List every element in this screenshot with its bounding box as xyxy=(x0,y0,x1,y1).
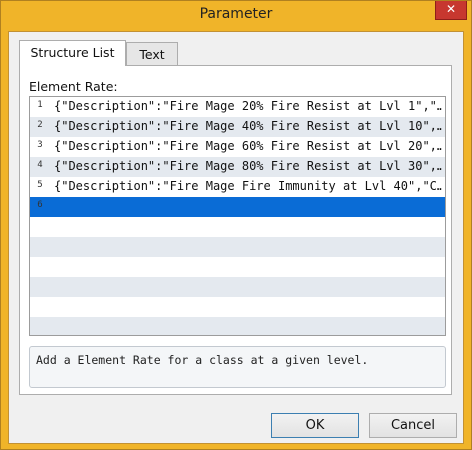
structure-list-panel: Element Rate: 1 {"Description":"Fire Mag… xyxy=(19,65,452,395)
line-number: 3 xyxy=(37,140,43,150)
list-row-1[interactable]: 1 {"Description":"Fire Mage 20% Fire Res… xyxy=(30,97,445,117)
element-rate-label: Element Rate: xyxy=(29,79,118,94)
empty-row xyxy=(30,277,445,297)
empty-row xyxy=(30,237,445,257)
line-number: 1 xyxy=(37,100,43,110)
empty-row xyxy=(30,217,445,237)
close-icon: ✕ xyxy=(445,2,457,16)
dialog-client-area: Structure List Text Element Rate: 1 {"De… xyxy=(8,31,464,444)
close-button[interactable]: ✕ xyxy=(435,1,467,20)
line-number: 2 xyxy=(37,120,43,130)
window-title: Parameter xyxy=(199,6,273,22)
cancel-button[interactable]: Cancel xyxy=(369,413,457,438)
empty-row xyxy=(30,317,445,335)
title-bar[interactable]: Parameter ✕ xyxy=(1,1,471,31)
row-text: {"Description":"Fire Mage 80% Fire Resis… xyxy=(54,159,442,173)
row-text: {"Description":"Fire Mage 20% Fire Resis… xyxy=(54,99,442,113)
row-text: {"Description":"Fire Mage 40% Fire Resis… xyxy=(54,119,442,133)
list-row-3[interactable]: 3 {"Description":"Fire Mage 60% Fire Res… xyxy=(30,137,445,157)
row-text: {"Description":"Fire Mage Fire Immunity … xyxy=(54,179,442,193)
line-number: 6 xyxy=(37,200,43,210)
list-row-6-selected[interactable]: 6 xyxy=(30,197,445,217)
tab-text[interactable]: Text xyxy=(126,42,178,65)
line-number: 5 xyxy=(37,180,43,190)
ok-button[interactable]: OK xyxy=(271,413,359,438)
row-text: {"Description":"Fire Mage 60% Fire Resis… xyxy=(54,139,442,153)
empty-row xyxy=(30,257,445,277)
element-rate-list[interactable]: 1 {"Description":"Fire Mage 20% Fire Res… xyxy=(29,96,446,336)
description-box: Add a Element Rate for a class at a give… xyxy=(29,346,446,388)
list-row-5[interactable]: 5 {"Description":"Fire Mage Fire Immunit… xyxy=(30,177,445,197)
list-row-2[interactable]: 2 {"Description":"Fire Mage 40% Fire Res… xyxy=(30,117,445,137)
description-text: Add a Element Rate for a class at a give… xyxy=(36,353,369,367)
tab-structure-list[interactable]: Structure List xyxy=(19,40,126,66)
line-number: 4 xyxy=(37,160,43,170)
parameter-dialog: Parameter ✕ Structure List Text Element … xyxy=(0,0,472,450)
empty-row xyxy=(30,297,445,317)
list-row-4[interactable]: 4 {"Description":"Fire Mage 80% Fire Res… xyxy=(30,157,445,177)
